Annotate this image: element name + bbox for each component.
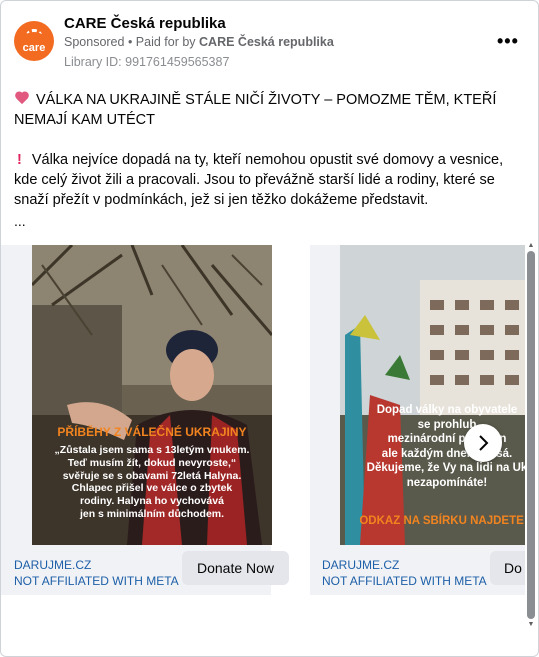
library-id: Library ID: 991761459565387 (64, 55, 230, 69)
caption-line: rodiny. Halyna ho vychovává (80, 495, 224, 508)
scrollbar-thumb[interactable] (527, 251, 535, 619)
card-disclaimer: NOT AFFILIATED WITH META (322, 574, 487, 588)
avatar-logo-text: care (22, 41, 46, 54)
care-logo-icon (26, 28, 42, 42)
card-image-title: PŘÍBĚHY Z VÁLEČNÉ UKRAJINY (57, 425, 247, 439)
building-photo (340, 245, 525, 545)
card-domain[interactable]: DARUJME.CZ (322, 558, 399, 573)
donate-now-button[interactable]: Do (490, 551, 525, 585)
card-image[interactable]: Dopad války na obyvatele se prohlub mezi… (340, 245, 525, 545)
carousel-card[interactable]: Dopad války na obyvatele se prohlub mezi… (310, 245, 525, 595)
sponsored-label: Sponsored (64, 35, 125, 49)
sponsored-line: Sponsored • Paid for by CARE Česká repub… (64, 35, 334, 49)
broken-heart-icon (14, 92, 30, 106)
see-more-ellipsis[interactable]: ... (14, 213, 26, 229)
donate-now-button[interactable]: Donate Now (182, 551, 289, 585)
caption-line: Dopad války na obyvatele (376, 404, 518, 416)
headline-text: VÁLKA NA UKRAJINĚ STÁLE NIČÍ ŽIVOTY – PO… (14, 90, 524, 130)
caption-line: svěřuje se s obavami 72letá Halyna. (62, 469, 242, 482)
caption-line: „Zůstala jsem sama s 13letým vnukem. (54, 444, 250, 456)
next-button[interactable] (464, 424, 502, 462)
card-domain[interactable]: DARUJME.CZ (14, 558, 91, 573)
caption-line: nezapomínáte! (406, 476, 488, 489)
caption-line: jen s minimálním důchodem. (79, 507, 225, 520)
more-options-icon[interactable]: ••• (497, 31, 519, 52)
card-image-footer: ODKAZ NA SBÍRKU NAJDETE V (359, 515, 525, 527)
card-image[interactable]: PŘÍBĚHY Z VÁLEČNÉ UKRAJINY „Zůstala jsem… (32, 245, 272, 545)
scroll-up-icon[interactable]: ▲ (527, 242, 535, 249)
carousel-card[interactable]: PŘÍBĚHY Z VÁLEČNÉ UKRAJINY „Zůstala jsem… (1, 245, 289, 595)
scroll-down-icon[interactable]: ▼ (527, 621, 535, 628)
chevron-right-icon (479, 435, 489, 451)
caption-line: Teď musím žít, dokud nevyroste,“ (67, 456, 237, 469)
page-avatar[interactable]: care (14, 21, 54, 61)
caption-line: Chlapec přišel ve válce o zbytek (71, 482, 233, 495)
paid-for-prefix: • Paid for by (124, 35, 200, 49)
paid-for-name: CARE Česká republika (199, 35, 334, 49)
headline: VÁLKA NA UKRAJINĚ STÁLE NIČÍ ŽIVOTY – PO… (14, 92, 497, 128)
carousel: PŘÍBĚHY Z VÁLEČNÉ UKRAJINY „Zůstala jsem… (1, 245, 525, 595)
card-image-caption: „Zůstala jsem sama s 13letým vnukem. Teď… (32, 444, 272, 521)
body-text: ! Válka nejvíce dopadá na ty, kteří nemoh… (14, 150, 524, 210)
caption-line: Děkujeme, že Vy na lidi na Uk (366, 462, 525, 474)
card-disclaimer: NOT AFFILIATED WITH META (14, 574, 179, 588)
page-name[interactable]: CARE Česká republika (64, 15, 226, 32)
exclamation-icon: ! (17, 152, 22, 168)
ad-card: care CARE Česká republika Sponsored • Pa… (0, 0, 539, 657)
body: Válka nejvíce dopadá na ty, kteří nemoho… (14, 152, 504, 208)
